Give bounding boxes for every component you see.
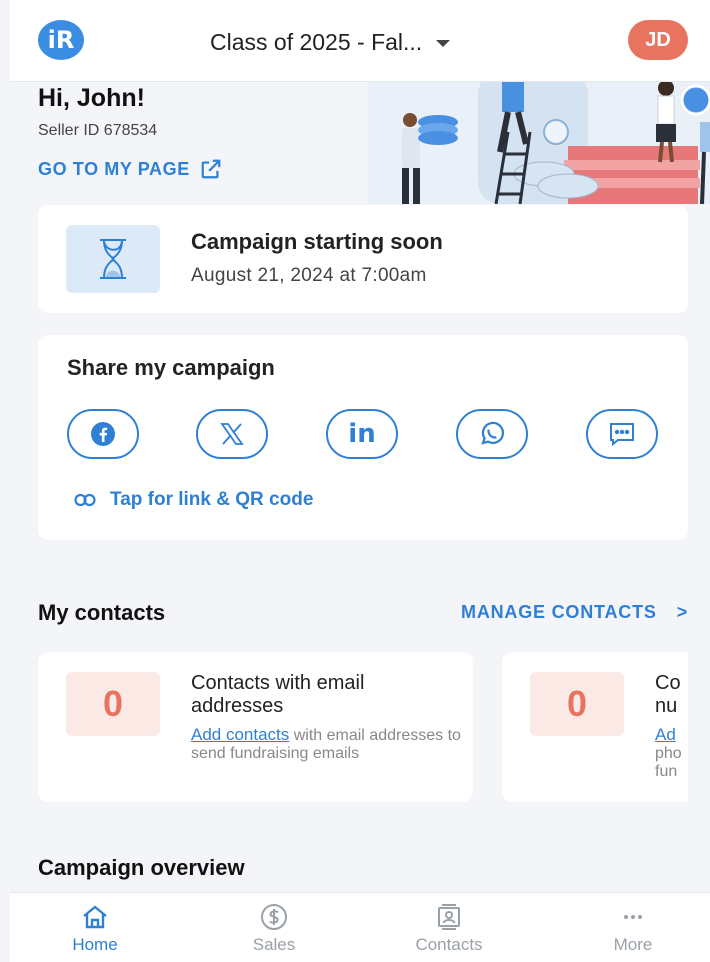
email-contacts-count: 0 — [66, 672, 160, 736]
nav-more-label: More — [613, 935, 653, 954]
top-bar: iR Class of 2025 - Fal... JD — [10, 0, 710, 82]
my-contacts-title: My contacts — [38, 600, 166, 625]
phone-contacts-card[interactable]: 0 Co nu Ad pho fun — [502, 652, 688, 802]
fundraising-illustration — [368, 82, 710, 204]
nav-contacts-label: Contacts — [415, 935, 483, 954]
home-icon — [83, 905, 107, 929]
manage-contacts-label: MANAGE CONTACTS — [461, 602, 657, 622]
facebook-icon — [91, 422, 115, 446]
email-contacts-card[interactable]: 0 Contacts with email addresses Add cont… — [38, 652, 473, 802]
class-selector-label: Class of 2025 - Fal... — [210, 28, 423, 55]
go-to-my-page-label: GO TO MY PAGE — [38, 158, 190, 179]
linkedin-icon: in — [348, 419, 376, 449]
contacts-icon — [438, 904, 460, 930]
campaign-status-title: Campaign starting soon — [191, 229, 443, 254]
chevron-right-icon: > — [676, 602, 688, 622]
nav-home[interactable]: Home — [35, 903, 155, 959]
link-icon — [74, 493, 96, 507]
phone-contacts-count: 0 — [530, 672, 624, 736]
share-x-button[interactable] — [196, 409, 268, 459]
nav-home-label: Home — [72, 935, 118, 954]
greeting-section: Hi, John! Seller ID 678534 GO TO MY PAGE — [38, 82, 710, 204]
nav-contacts[interactable]: Contacts — [389, 903, 509, 959]
add-contacts-link[interactable]: Add contacts — [191, 725, 289, 744]
page: iR Class of 2025 - Fal... JD Hi, John! S… — [10, 0, 710, 962]
bottom-navigation: Home Sales Contacts More — [10, 892, 710, 962]
add-phone-contacts-link[interactable]: Ad — [655, 725, 676, 744]
share-message-button[interactable] — [586, 409, 658, 459]
nav-more[interactable]: More — [573, 903, 693, 959]
phone-contacts-description: Ad pho fun — [655, 726, 688, 781]
greeting-title: Hi, John! — [38, 84, 145, 112]
share-linkedin-button[interactable]: in — [326, 409, 398, 459]
share-campaign-title: Share my campaign — [67, 355, 275, 380]
whatsapp-icon — [481, 421, 505, 445]
nav-sales[interactable]: Sales — [214, 903, 334, 959]
share-whatsapp-button[interactable] — [456, 409, 528, 459]
nav-sales-label: Sales — [252, 935, 296, 954]
manage-contacts-link[interactable]: MANAGE CONTACTS > — [461, 602, 688, 623]
x-icon — [220, 423, 244, 445]
more-icon — [624, 915, 642, 919]
chevron-down-icon — [436, 39, 451, 47]
link-and-qr-label: Tap for link & QR code — [110, 489, 314, 510]
seller-id: Seller ID 678534 — [38, 122, 158, 139]
class-selector[interactable]: Class of 2025 - Fal... — [210, 26, 451, 58]
campaign-start-date: August 21, 2024 at 7:00am — [191, 265, 427, 286]
share-facebook-button[interactable] — [67, 409, 139, 459]
campaign-overview-title: Campaign overview — [38, 855, 245, 880]
contacts-header: My contacts MANAGE CONTACTS > — [38, 598, 688, 628]
dollar-icon — [261, 904, 287, 930]
phone-contacts-title: Co nu — [655, 672, 681, 717]
phone-contacts-desc-text: pho fun — [655, 745, 682, 780]
external-link-icon — [201, 159, 221, 179]
email-contacts-description: Add contacts with email addresses to sen… — [191, 726, 461, 763]
share-campaign-card: Share my campaign in Tap for link & QR c… — [38, 335, 688, 540]
message-icon — [610, 423, 634, 447]
link-and-qr-button[interactable]: Tap for link & QR code — [74, 489, 313, 511]
hourglass-icon — [100, 239, 126, 279]
go-to-my-page-link[interactable]: GO TO MY PAGE — [38, 158, 222, 180]
campaign-status-card: Campaign starting soon August 21, 2024 a… — [38, 205, 688, 313]
email-contacts-title: Contacts with email addresses — [191, 672, 365, 717]
avatar[interactable]: JD — [628, 20, 688, 60]
app-logo[interactable]: iR — [38, 20, 84, 60]
hourglass-tile — [66, 225, 160, 293]
